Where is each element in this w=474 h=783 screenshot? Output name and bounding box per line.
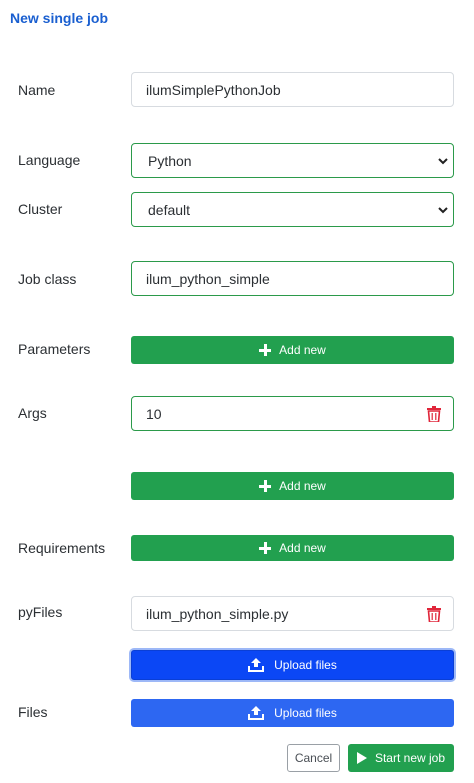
files-label: Files bbox=[18, 704, 48, 720]
start-new-job-button[interactable]: Start new job bbox=[348, 744, 454, 772]
upload-icon bbox=[248, 706, 265, 720]
plus-icon bbox=[259, 480, 272, 492]
pyfiles-label: pyFiles bbox=[18, 604, 63, 620]
requirements-add-label: Add new bbox=[279, 541, 326, 555]
play-icon bbox=[356, 752, 367, 764]
plus-icon bbox=[259, 542, 272, 554]
args-label: Args bbox=[18, 405, 47, 421]
cluster-select[interactable]: default bbox=[131, 192, 454, 227]
pyfiles-item-name: ilum_python_simple.py bbox=[146, 605, 289, 622]
parameters-label: Parameters bbox=[18, 341, 91, 357]
page-title: New single job bbox=[10, 10, 109, 26]
args-add-label: Add new bbox=[279, 479, 326, 493]
job-class-input[interactable]: ilum_python_simple bbox=[131, 261, 454, 296]
name-value: ilumSimplePythonJob bbox=[146, 81, 281, 98]
files-upload-label: Upload files bbox=[274, 706, 337, 720]
pyfiles-upload-button[interactable]: Upload files bbox=[131, 650, 454, 680]
parameters-add-label: Add new bbox=[279, 343, 326, 357]
name-input[interactable]: ilumSimplePythonJob bbox=[131, 72, 454, 107]
job-class-value: ilum_python_simple bbox=[146, 270, 270, 287]
language-select[interactable]: Python bbox=[131, 143, 454, 178]
language-label: Language bbox=[18, 152, 81, 168]
job-class-label: Job class bbox=[18, 271, 77, 287]
args-add-button[interactable]: Add new bbox=[131, 472, 454, 500]
upload-icon bbox=[248, 658, 265, 672]
start-new-job-label: Start new job bbox=[374, 751, 446, 765]
args-item-input[interactable]: 10 bbox=[131, 396, 454, 431]
trash-icon[interactable] bbox=[427, 405, 441, 422]
cluster-label: Cluster bbox=[18, 201, 63, 217]
chevron-down-icon bbox=[438, 157, 448, 164]
args-item-value: 10 bbox=[146, 405, 162, 422]
pyfiles-item: ilum_python_simple.py bbox=[131, 596, 454, 631]
name-label: Name bbox=[18, 82, 56, 98]
cluster-value: default bbox=[148, 201, 191, 218]
cancel-button[interactable]: Cancel bbox=[287, 744, 340, 772]
requirements-add-button[interactable]: Add new bbox=[131, 535, 454, 561]
chevron-down-icon bbox=[438, 206, 448, 213]
files-upload-button[interactable]: Upload files bbox=[131, 699, 454, 727]
trash-icon[interactable] bbox=[427, 605, 441, 622]
parameters-add-button[interactable]: Add new bbox=[131, 336, 454, 364]
plus-icon bbox=[259, 344, 272, 356]
pyfiles-upload-label: Upload files bbox=[274, 658, 337, 672]
language-value: Python bbox=[148, 152, 192, 169]
requirements-label: Requirements bbox=[18, 540, 106, 556]
